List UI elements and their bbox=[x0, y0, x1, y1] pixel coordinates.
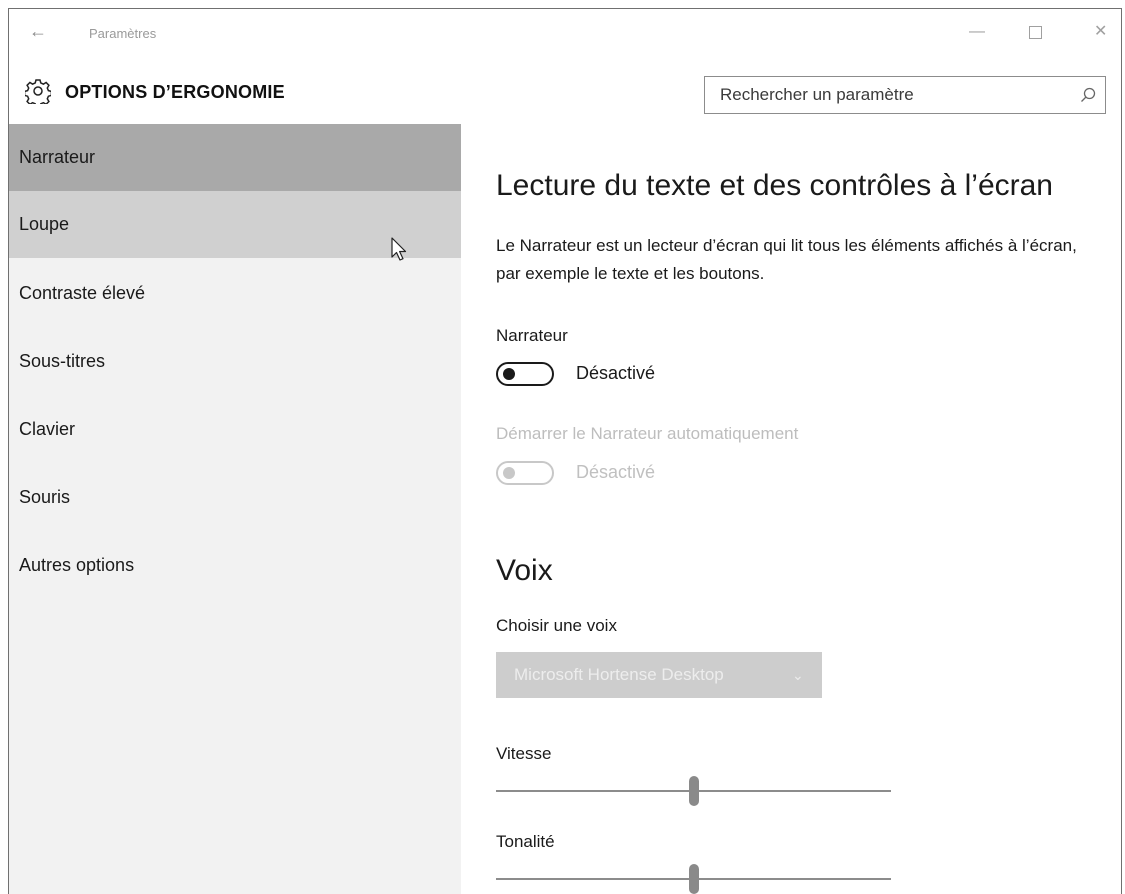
mouse-cursor-icon bbox=[391, 237, 407, 261]
narrator-label: Narrateur bbox=[496, 326, 568, 345]
sidebar-item-contraste-eleve[interactable]: Contraste élevé bbox=[9, 260, 461, 327]
voice-heading: Voix bbox=[496, 554, 553, 587]
narrator-toggle-state: Désactivé bbox=[576, 363, 656, 383]
gear-icon bbox=[25, 79, 51, 104]
speed-slider[interactable] bbox=[496, 776, 891, 806]
window-title: Paramètres bbox=[89, 26, 157, 41]
auto-start-toggle[interactable] bbox=[496, 461, 554, 485]
sidebar-item-sous-titres[interactable]: Sous-titres bbox=[9, 328, 461, 395]
slider-thumb[interactable] bbox=[689, 864, 699, 894]
auto-start-label: Démarrer le Narrateur automatiquement bbox=[496, 424, 799, 443]
voice-select-value: Microsoft Hortense Desktop bbox=[514, 665, 724, 684]
search-input[interactable] bbox=[705, 77, 1080, 113]
sidebar-item-clavier[interactable]: Clavier bbox=[9, 396, 461, 463]
search-icon[interactable] bbox=[1079, 86, 1097, 104]
pitch-slider[interactable] bbox=[496, 864, 891, 894]
chevron-down-icon: ⌄ bbox=[792, 667, 804, 683]
title-bar: ← Paramètres — ✕ bbox=[9, 9, 1121, 59]
speed-label: Vitesse bbox=[496, 744, 552, 763]
section-heading: Lecture du texte et des contrôles à l’éc… bbox=[496, 169, 1053, 202]
settings-window: ← Paramètres — ✕ OPTIONS D’ERGONOMIE Nar… bbox=[8, 8, 1122, 894]
minimize-icon[interactable]: — bbox=[969, 22, 985, 42]
voice-select-label: Choisir une voix bbox=[496, 616, 617, 635]
content-panel: Lecture du texte et des contrôles à l’éc… bbox=[461, 124, 1121, 894]
search-box[interactable] bbox=[704, 76, 1106, 114]
close-icon[interactable]: ✕ bbox=[1094, 22, 1107, 42]
page-title: OPTIONS D’ERGONOMIE bbox=[65, 82, 285, 102]
sidebar-item-narrateur[interactable]: Narrateur bbox=[9, 124, 461, 191]
description-text: Le Narrateur est un lecteur d’écran qui … bbox=[496, 236, 1077, 283]
arrow-left-icon[interactable]: ← bbox=[29, 21, 47, 41]
page-header: OPTIONS D’ERGONOMIE bbox=[9, 59, 1121, 124]
narrator-toggle[interactable] bbox=[496, 362, 554, 386]
toggle-knob bbox=[503, 467, 515, 479]
toggle-knob bbox=[503, 368, 515, 380]
voice-select[interactable]: Microsoft Hortense Desktop ⌄ bbox=[496, 652, 822, 698]
maximize-icon[interactable] bbox=[1029, 22, 1042, 45]
slider-thumb[interactable] bbox=[689, 776, 699, 806]
auto-start-toggle-state: Désactivé bbox=[576, 462, 656, 482]
sidebar-item-autres-options[interactable]: Autres options bbox=[9, 532, 461, 599]
pitch-label: Tonalité bbox=[496, 832, 555, 851]
sidebar-item-souris[interactable]: Souris bbox=[9, 464, 461, 531]
